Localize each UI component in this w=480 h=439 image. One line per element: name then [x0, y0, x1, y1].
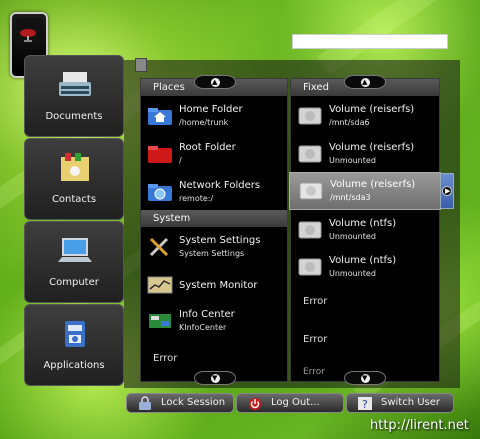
- scroll-down-button[interactable]: ▼: [194, 371, 236, 385]
- item-title: Info Center: [179, 309, 235, 320]
- hard-drive-icon: [299, 182, 323, 200]
- lock-icon: [139, 396, 151, 410]
- hard-drive-icon: [298, 221, 322, 239]
- item-title: Volume (reiserfs): [329, 142, 415, 153]
- item-title: Volume (reiserfs): [329, 104, 415, 115]
- sidebar-item-contacts[interactable]: Contacts: [24, 138, 124, 220]
- item-title: Volume (ntfs): [329, 218, 397, 229]
- sidebar-item-applications[interactable]: Applications: [24, 304, 124, 386]
- chevron-down-icon: ▼: [212, 374, 218, 382]
- svg-text:?: ?: [362, 398, 368, 411]
- red-folder-icon: [148, 146, 172, 163]
- item-subtitle: /home/trunk: [179, 118, 229, 127]
- places-item-root[interactable]: Root Folder /: [141, 136, 287, 172]
- volume-item[interactable]: Volume (reiserfs) /mnt/sda6: [291, 98, 439, 134]
- tools-icon: [149, 237, 169, 257]
- item-subtitle: /mnt/sda3: [330, 193, 371, 202]
- small-window-icon: [135, 58, 147, 72]
- button-label: Switch User: [381, 397, 441, 408]
- system-error-item[interactable]: Error: [153, 353, 177, 364]
- home-folder-icon: [148, 108, 172, 125]
- item-subtitle: Unmounted: [329, 232, 376, 241]
- sidebar-item-label: Documents: [45, 111, 103, 122]
- places-column: Places ▲ Home Folder /home/trunk Root Fo…: [140, 75, 288, 385]
- system-item-info-center[interactable]: Info Center KInfoCenter: [141, 303, 287, 339]
- sidebar-item-label: Applications: [43, 360, 105, 371]
- chevron-right-icon: ▶: [445, 187, 451, 195]
- system-header: System: [141, 210, 287, 227]
- hard-drive-icon: [298, 145, 322, 163]
- volume-item[interactable]: Volume (ntfs) Unmounted: [291, 212, 439, 248]
- applications-icon: [65, 321, 85, 347]
- fixed-column: Fixed ▲ Volume (reiserfs) /mnt/sda6 Volu…: [289, 75, 454, 385]
- item-subtitle: /: [179, 156, 182, 165]
- system-item-monitor[interactable]: System Monitor: [141, 267, 287, 303]
- power-icon: [249, 398, 261, 410]
- chevron-up-icon: ▲: [212, 78, 218, 86]
- system-item-settings[interactable]: System Settings System Settings: [141, 229, 287, 265]
- switch-user-button[interactable]: ? Switch User: [346, 393, 454, 413]
- item-subtitle: KInfoCenter: [179, 323, 227, 332]
- info-board-icon: [149, 314, 171, 328]
- watermark-text: http://lirent.net: [370, 418, 469, 433]
- fixed-error-item[interactable]: Error: [303, 334, 327, 345]
- address-book-icon: [61, 153, 89, 181]
- switch-user-icon: ?: [358, 397, 372, 411]
- sidebar-item-documents[interactable]: Documents: [24, 55, 124, 137]
- item-title: System Monitor: [179, 280, 258, 291]
- item-title: Network Folders: [179, 180, 261, 191]
- sidebar-item-computer[interactable]: Computer: [24, 221, 124, 303]
- fixed-error-item[interactable]: Error: [303, 367, 325, 377]
- log-out-button[interactable]: Log Out...: [236, 393, 344, 413]
- item-title: Volume (reiserfs): [330, 179, 416, 190]
- chevron-down-icon: ▼: [362, 374, 368, 382]
- laptop-icon: [58, 238, 92, 262]
- item-title: Home Folder: [179, 104, 243, 115]
- button-label: Log Out...: [271, 397, 320, 408]
- expand-button[interactable]: ▶: [440, 173, 454, 209]
- item-subtitle: remote:/: [179, 194, 214, 203]
- item-title: System Settings: [179, 235, 261, 246]
- sidebar-item-label: Contacts: [51, 194, 97, 205]
- item-subtitle: Unmounted: [329, 269, 376, 278]
- item-title: Root Folder: [179, 142, 236, 153]
- volume-item-selected[interactable]: Volume (reiserfs) /mnt/sda3 ▶: [289, 172, 454, 210]
- scroll-down-button[interactable]: ▼: [344, 371, 386, 385]
- button-label: Lock Session: [161, 397, 226, 408]
- monitor-icon: [147, 276, 173, 294]
- item-subtitle: /mnt/sda6: [329, 118, 370, 127]
- lock-session-button[interactable]: Lock Session: [126, 393, 234, 413]
- item-subtitle: Unmounted: [329, 156, 376, 165]
- places-item-home[interactable]: Home Folder /home/trunk: [141, 98, 287, 134]
- scroll-up-button[interactable]: ▲: [194, 75, 236, 89]
- item-subtitle: System Settings: [179, 249, 245, 258]
- item-title: Volume (ntfs): [329, 255, 397, 266]
- hard-drive-icon: [298, 258, 322, 276]
- sidebar-item-label: Computer: [49, 277, 99, 288]
- hard-drive-icon: [298, 107, 322, 125]
- typewriter-icon: [59, 72, 91, 96]
- avatar-picture-icon: [20, 29, 36, 42]
- search-input[interactable]: [292, 34, 448, 49]
- scroll-up-button[interactable]: ▲: [344, 75, 386, 89]
- fixed-error-item[interactable]: Error: [303, 296, 327, 307]
- network-folder-icon: [148, 184, 172, 201]
- volume-item[interactable]: Volume (reiserfs) Unmounted: [291, 136, 439, 172]
- chevron-up-icon: ▲: [362, 78, 368, 86]
- volume-item[interactable]: Volume (ntfs) Unmounted: [291, 249, 439, 285]
- places-item-network[interactable]: Network Folders remote:/: [141, 174, 287, 210]
